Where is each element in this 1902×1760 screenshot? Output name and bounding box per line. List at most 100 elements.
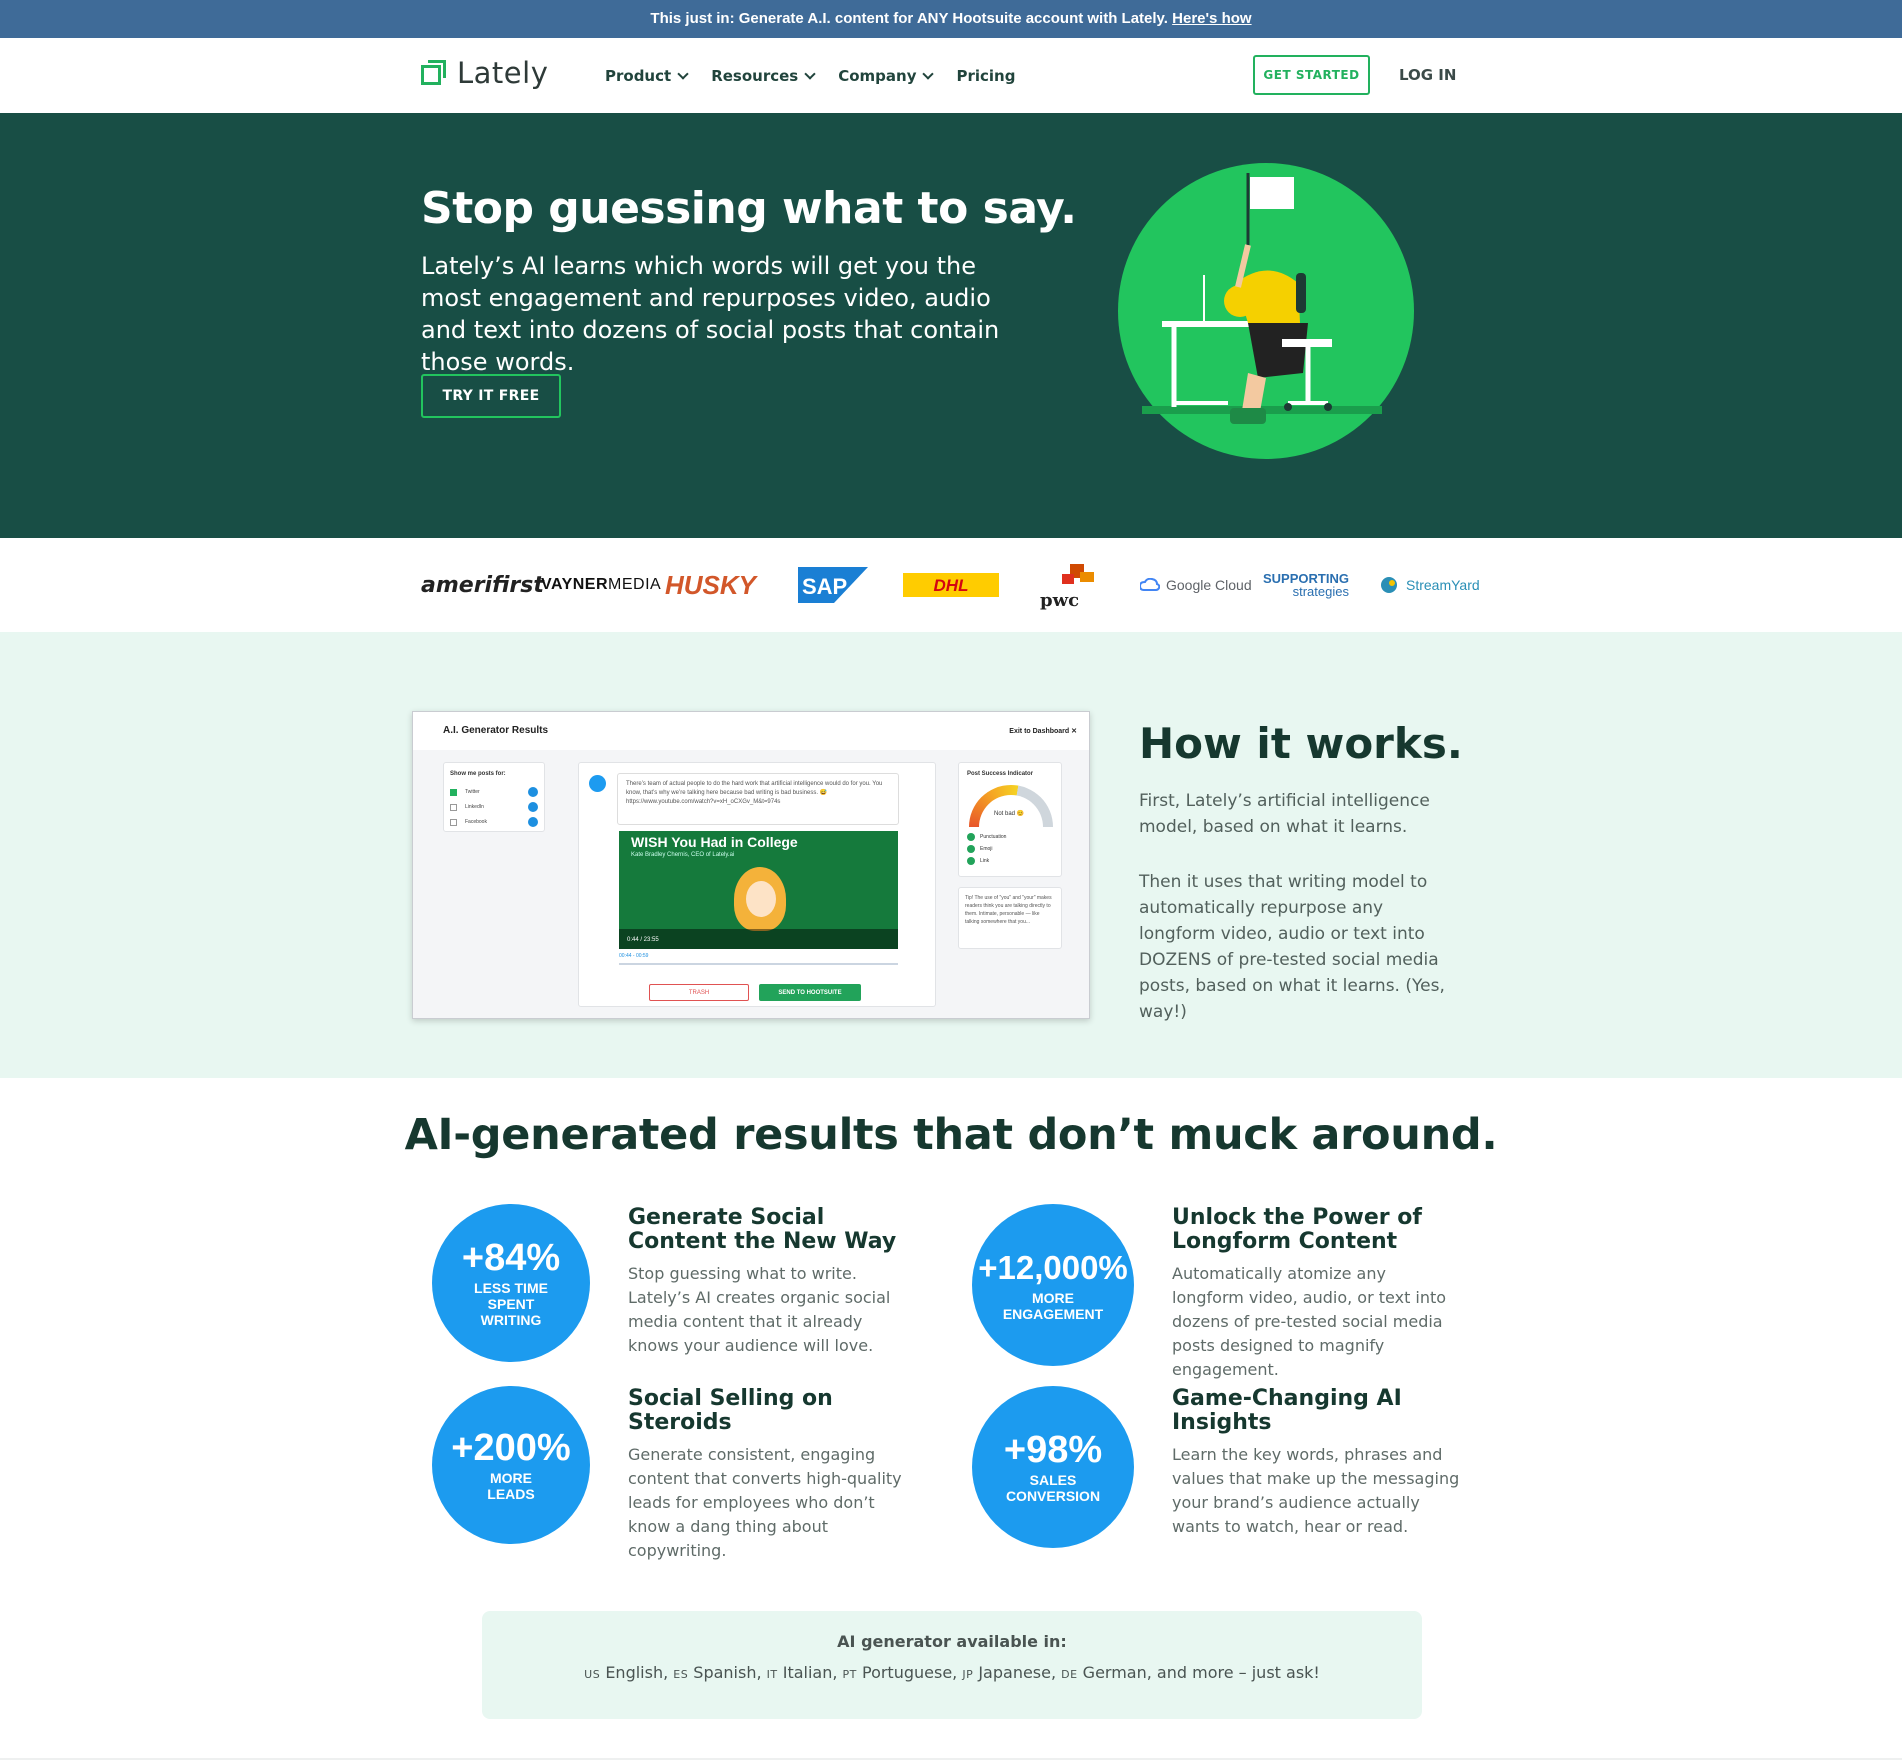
nav-product[interactable]: Product	[605, 66, 689, 85]
mock-filter-label: Facebook	[465, 819, 487, 825]
stat-label: MORE ENGAGEMENT	[1002, 1290, 1104, 1322]
checkbox-icon	[450, 803, 457, 811]
chair-back	[1296, 273, 1306, 313]
nav-product-label: Product	[605, 66, 672, 85]
pwc-logo-icon: pwc	[1040, 564, 1094, 610]
check-icon	[967, 857, 975, 865]
languages-box: AI generator available in: US English, E…	[482, 1611, 1422, 1719]
flag-de-icon: DE	[1061, 1668, 1078, 1681]
linkedin-icon	[528, 802, 538, 812]
mock-video-time: 0:44 / 23:55	[627, 937, 659, 943]
mock-video-subtitle: Kate Bradley Chernis, CEO of Lately.ai	[631, 852, 735, 858]
mock-timeline	[619, 963, 898, 965]
stat-circle: +12,000% MORE ENGAGEMENT	[972, 1204, 1134, 1366]
video-controls	[619, 929, 898, 949]
mock-video-title: WISH You Had in College	[631, 834, 798, 850]
check-icon	[967, 833, 975, 841]
chevron-down-icon	[922, 67, 935, 80]
feature-block: Social Selling on Steroids Generate cons…	[628, 1387, 918, 1563]
announcement-text: This just in: Generate A.I. content for …	[650, 10, 1168, 27]
mock-check-row: Link	[967, 857, 989, 865]
mock-check-row: Emoji	[967, 845, 993, 853]
feature-heading: Unlock the Power of Longform Content	[1172, 1205, 1422, 1254]
hero-illustration	[1118, 163, 1414, 459]
mock-check-label: Punctuation	[980, 834, 1007, 840]
login-link[interactable]: LOG IN	[1399, 66, 1456, 84]
mock-check-label: Link	[980, 858, 990, 864]
flag-us-icon: US	[584, 1668, 601, 1681]
chevron-down-icon	[804, 67, 816, 80]
strategies-text: strategies	[1292, 584, 1349, 599]
stat-value: +200%	[451, 1427, 571, 1469]
logo-streamyard: StreamYard	[1380, 538, 1480, 632]
logo-amerifirst: amerifirst	[421, 572, 544, 598]
flag-pt-icon: PT	[842, 1668, 857, 1681]
mock-filter-heading: Show me posts for:	[450, 771, 506, 777]
google-cloud-icon	[1140, 578, 1160, 591]
announcement-link[interactable]: Here's how	[1172, 10, 1251, 27]
stat-circle: +200% MORE LEADS	[432, 1386, 590, 1544]
languages-heading: AI generator available in:	[837, 1632, 1067, 1651]
logo-supporting-strategies: SUPPORTING strategies	[1263, 538, 1349, 632]
mock-post-text: There’s team of actual people to do the …	[617, 773, 899, 825]
language-name: Portuguese	[861, 1663, 953, 1682]
mock-check-row: Punctuation	[967, 833, 1006, 841]
feature-block: Generate Social Content the New Way Stop…	[628, 1206, 918, 1358]
mock-clip-range: 00:44 - 00:59	[619, 953, 649, 959]
announcement-bar: This just in: Generate A.I. content for …	[0, 0, 1902, 38]
feature-body: Learn the key words, phrases and values …	[1172, 1445, 1460, 1536]
mock-tip: Tip! The use of "you" and "your" makes r…	[958, 887, 1062, 949]
get-started-button[interactable]: GET STARTED	[1253, 55, 1370, 95]
hero-title: Stop guessing what to say.	[421, 183, 1077, 234]
stat-value: +98%	[1003, 1429, 1103, 1471]
feature-block: Unlock the Power of Longform Content Aut…	[1172, 1206, 1462, 1382]
pwc-logo-text: pwc	[1040, 590, 1079, 610]
facebook-icon	[528, 817, 538, 827]
mock-header: A.I. Generator Results Exit to Dashboard…	[413, 712, 1089, 750]
mock-video: WISH You Had in College Kate Bradley Che…	[619, 831, 898, 949]
mock-post-card: There’s team of actual people to do the …	[578, 762, 936, 1007]
stat-value: +84%	[461, 1237, 561, 1279]
sap-logo-icon: SAP	[798, 567, 868, 603]
feature-heading: Social Selling on Steroids	[628, 1386, 833, 1435]
feature-body: Stop guessing what to write. Lately’s AI…	[628, 1264, 891, 1355]
nav-company[interactable]: Company	[838, 66, 935, 85]
video-face	[746, 881, 776, 917]
logo-husky: HUSKY	[665, 569, 757, 600]
mock-gauge-label: Not bad 😊	[994, 811, 1025, 817]
dhl-logo-text: DHL	[934, 576, 969, 595]
sap-logo-text: SAP	[802, 574, 847, 599]
mock-send-button: SEND TO HOOTSUITE	[759, 984, 861, 1001]
nav-pricing[interactable]: Pricing	[956, 67, 1015, 85]
chevron-down-icon	[677, 67, 689, 80]
logo-google-cloud: Google Cloud	[1140, 538, 1252, 632]
mock-filter-label: LinkedIn	[465, 804, 484, 810]
how-it-works-section: A.I. Generator Results Exit to Dashboard…	[0, 632, 1902, 1078]
feature-heading: Game-Changing AI Insights	[1172, 1386, 1402, 1435]
feature-body: Generate consistent, engaging content th…	[628, 1445, 902, 1560]
mock-filter-panel: Show me posts for: Twitter LinkedIn Face…	[443, 762, 545, 832]
flag-it-icon: IT	[766, 1668, 778, 1681]
google-cloud-text: Google Cloud	[1166, 577, 1252, 593]
mock-filter-facebook: Facebook	[450, 817, 538, 827]
languages-tail: and more – just ask!	[1156, 1663, 1320, 1682]
flag-icon	[1250, 177, 1294, 209]
logo-dhl: DHL	[903, 538, 999, 632]
dhl-logo-icon: DHL	[903, 573, 999, 597]
nav-resources[interactable]: Resources	[711, 67, 816, 85]
how-it-works-p1: First, Lately’s artificial intelligence …	[1139, 791, 1430, 837]
language-name: English	[605, 1663, 664, 1682]
check-icon	[967, 845, 975, 853]
nav-company-label: Company	[838, 66, 917, 85]
stat-label: SALES CONVERSION	[1005, 1472, 1101, 1504]
try-it-free-button[interactable]: TRY IT FREE	[421, 374, 561, 418]
mock-filter-twitter: Twitter	[450, 787, 538, 797]
flag-jp-icon: JP	[962, 1668, 974, 1681]
stat-circle: +84% LESS TIME SPENT WRITING	[432, 1204, 590, 1362]
stat-label: LESS TIME SPENT WRITING	[474, 1280, 548, 1328]
top-nav: Lately Product Resources Company Pricing…	[0, 38, 1902, 113]
language-name: Japanese	[978, 1663, 1051, 1682]
feature-heading: Generate Social Content the New Way	[628, 1205, 897, 1254]
lately-logo[interactable]: Lately	[421, 56, 548, 90]
twitter-icon	[528, 787, 538, 797]
